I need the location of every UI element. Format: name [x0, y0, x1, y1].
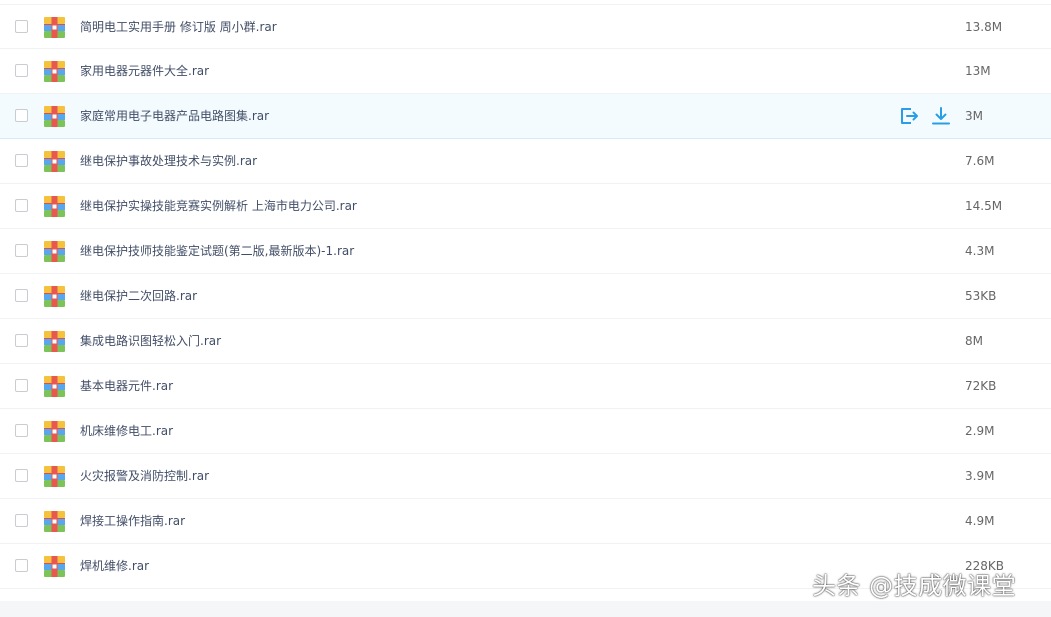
- row-checkbox[interactable]: [15, 514, 28, 527]
- rar-archive-icon: [44, 17, 65, 38]
- file-size: 4.9M: [965, 514, 995, 528]
- file-name[interactable]: 集成电路识图轻松入门.rar: [80, 319, 221, 363]
- row-checkbox[interactable]: [15, 289, 28, 302]
- file-size: 3.9M: [965, 469, 995, 483]
- file-row[interactable]: 继电保护实操技能竞赛实例解析 上海市电力公司.rar 14.5M: [0, 184, 1051, 229]
- file-row[interactable]: 继电保护技师技能鉴定试题(第二版,最新版本)-1.rar 4.3M: [0, 229, 1051, 274]
- file-row[interactable]: 火灾报警及消防控制.rar 3.9M: [0, 454, 1051, 499]
- rar-archive-icon: [44, 286, 65, 307]
- rar-archive-icon: [44, 196, 65, 217]
- row-checkbox[interactable]: [15, 20, 28, 33]
- rar-archive-icon: [44, 241, 65, 262]
- rar-archive-icon: [44, 106, 65, 127]
- file-name[interactable]: 焊接工操作指南.rar: [80, 499, 185, 543]
- file-name[interactable]: 继电保护实操技能竞赛实例解析 上海市电力公司.rar: [80, 184, 357, 228]
- row-checkbox[interactable]: [15, 424, 28, 437]
- file-row[interactable]: 家庭常用电子电器产品电路图集.rar 3M: [0, 94, 1051, 139]
- file-size: 72KB: [965, 379, 997, 393]
- file-name[interactable]: 家庭常用电子电器产品电路图集.rar: [80, 94, 269, 138]
- row-checkbox[interactable]: [15, 109, 28, 122]
- file-name[interactable]: 焊机维修.rar: [80, 544, 149, 588]
- file-name[interactable]: 继电保护二次回路.rar: [80, 274, 197, 318]
- file-name[interactable]: 继电保护技师技能鉴定试题(第二版,最新版本)-1.rar: [80, 229, 354, 273]
- share-icon: [901, 108, 918, 124]
- file-row[interactable]: 继电保护事故处理技术与实例.rar 7.6M: [0, 139, 1051, 184]
- file-size: 53KB: [965, 289, 997, 303]
- file-row[interactable]: 集成电路识图轻松入门.rar 8M: [0, 319, 1051, 364]
- file-row[interactable]: 焊接工操作指南.rar 4.9M: [0, 499, 1051, 544]
- file-list: 简明电工实用手册 修订版 周小群.rar 13.8M 家用电器元器件大全.rar…: [0, 4, 1051, 589]
- row-checkbox[interactable]: [15, 334, 28, 347]
- row-checkbox[interactable]: [15, 379, 28, 392]
- row-checkbox[interactable]: [15, 469, 28, 482]
- file-size: 3M: [965, 109, 983, 123]
- file-row[interactable]: 继电保护二次回路.rar 53KB: [0, 274, 1051, 319]
- watermark: 头条 @技成微课堂: [812, 572, 1017, 600]
- rar-archive-icon: [44, 331, 65, 352]
- share-button[interactable]: [898, 105, 920, 127]
- row-checkbox[interactable]: [15, 244, 28, 257]
- file-size: 8M: [965, 334, 983, 348]
- rar-archive-icon: [44, 556, 65, 577]
- file-size: 13.8M: [965, 20, 1003, 34]
- file-size: 4.3M: [965, 244, 995, 258]
- rar-archive-icon: [44, 421, 65, 442]
- file-size: 13M: [965, 64, 991, 78]
- bottom-bar: [0, 601, 1051, 617]
- row-checkbox[interactable]: [15, 199, 28, 212]
- file-row[interactable]: 简明电工实用手册 修订版 周小群.rar 13.8M: [0, 4, 1051, 49]
- file-row[interactable]: 机床维修电工.rar 2.9M: [0, 409, 1051, 454]
- rar-archive-icon: [44, 466, 65, 487]
- file-size: 2.9M: [965, 424, 995, 438]
- file-size: 14.5M: [965, 199, 1003, 213]
- rar-archive-icon: [44, 511, 65, 532]
- file-name[interactable]: 家用电器元器件大全.rar: [80, 49, 209, 93]
- file-row[interactable]: 家用电器元器件大全.rar 13M: [0, 49, 1051, 94]
- file-name[interactable]: 机床维修电工.rar: [80, 409, 173, 453]
- rar-archive-icon: [44, 376, 65, 397]
- file-name[interactable]: 火灾报警及消防控制.rar: [80, 454, 209, 498]
- row-checkbox[interactable]: [15, 64, 28, 77]
- download-button[interactable]: [930, 105, 952, 127]
- row-checkbox[interactable]: [15, 154, 28, 167]
- rar-archive-icon: [44, 151, 65, 172]
- file-size: 7.6M: [965, 154, 995, 168]
- file-name[interactable]: 简明电工实用手册 修订版 周小群.rar: [80, 5, 277, 49]
- file-name[interactable]: 继电保护事故处理技术与实例.rar: [80, 139, 257, 183]
- file-row[interactable]: 基本电器元件.rar 72KB: [0, 364, 1051, 409]
- row-checkbox[interactable]: [15, 559, 28, 572]
- file-name[interactable]: 基本电器元件.rar: [80, 364, 173, 408]
- download-icon: [932, 107, 950, 125]
- rar-archive-icon: [44, 61, 65, 82]
